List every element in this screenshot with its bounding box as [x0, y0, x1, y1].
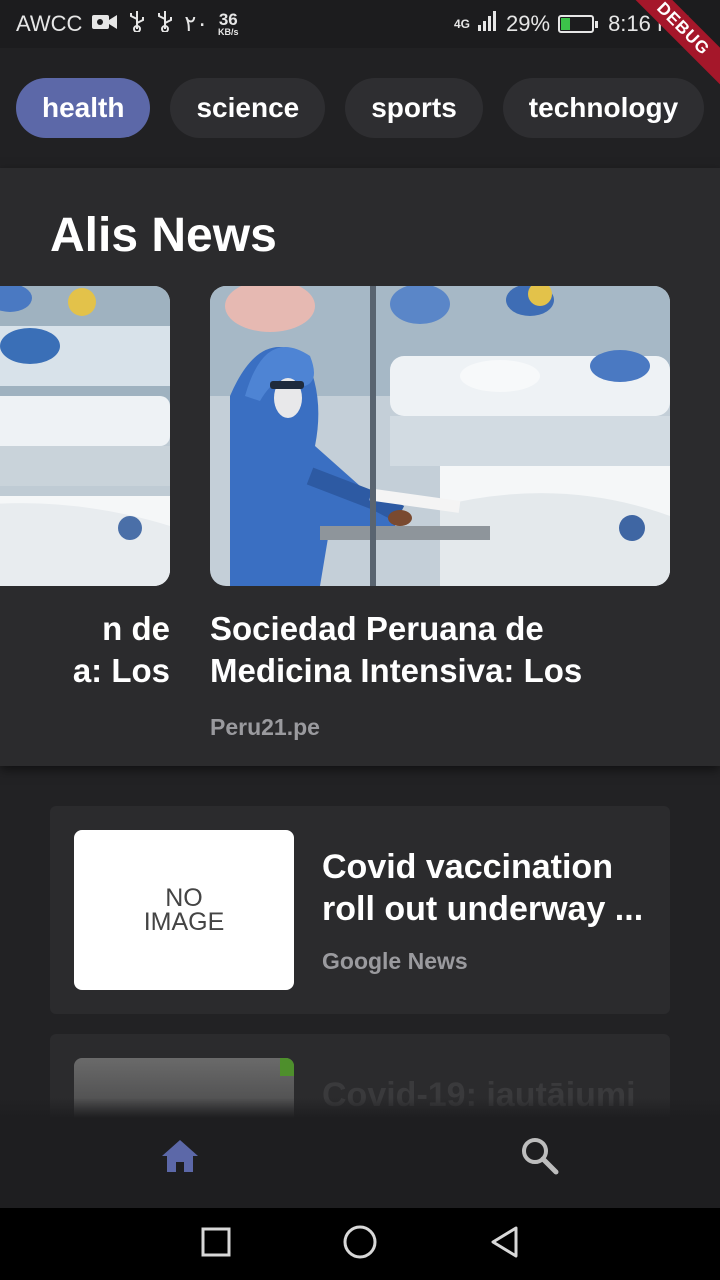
title-line: n de — [102, 610, 170, 647]
chip-science[interactable]: science — [170, 78, 326, 138]
usb-icon — [156, 10, 174, 38]
news-image — [0, 286, 170, 586]
carousel-item-current[interactable]: Sociedad Peruana de Medicina Intensiva: … — [210, 286, 670, 741]
signal-extra-label: ٢٠ — [184, 11, 209, 36]
title-line: roll out underway ... — [322, 890, 644, 928]
news-list-item[interactable]: NO IMAGE Covid vaccination roll out unde… — [50, 806, 670, 1014]
app-title: Alis News — [50, 209, 277, 262]
title-line: Covid vaccination — [322, 848, 613, 886]
news-image — [210, 286, 670, 586]
featured-news-panel: Alis News n de a: Los Sociedad Peruana d… — [0, 168, 720, 766]
video-icon — [92, 11, 118, 37]
status-bar: AWCC ٢٠ 36 KB/s 4G 29% 8:16 PM DEBUG — [0, 0, 720, 92]
placeholder-text: NO — [165, 884, 203, 912]
app-screen: AWCC ٢٠ 36 KB/s 4G 29% 8:16 PM DEBUG hea… — [0, 0, 720, 1280]
net-speed-unit: KB/s — [218, 27, 239, 37]
battery-fill — [561, 18, 571, 30]
recent-apps-button[interactable] — [200, 1226, 232, 1263]
home-system-button[interactable] — [342, 1224, 378, 1265]
signal-icon — [478, 11, 498, 37]
news-item-title: Covid vaccination roll out underway ... — [322, 846, 652, 930]
news-item-source: Google News — [322, 948, 468, 974]
nav-search-button[interactable] — [360, 1098, 720, 1208]
chip-sports[interactable]: sports — [345, 78, 483, 138]
carousel-item-previous[interactable]: n de a: Los — [0, 286, 170, 692]
usb-icon — [128, 10, 146, 38]
status-left: AWCC ٢٠ 36 KB/s — [16, 10, 239, 38]
network-type: 4G — [454, 17, 471, 31]
carousel-item-title: n de a: Los — [0, 608, 170, 692]
system-navigation-bar — [0, 1208, 720, 1280]
search-icon — [521, 1137, 559, 1180]
net-speed: 36 KB/s — [218, 11, 239, 37]
chip-technology[interactable]: technology — [502, 78, 705, 138]
carrier-label: AWCC — [16, 11, 83, 36]
placeholder-text: IMAGE — [143, 908, 225, 936]
back-system-button[interactable] — [488, 1225, 520, 1264]
carousel-item-title: Sociedad Peruana de Medicina Intensiva: … — [210, 610, 583, 689]
net-speed-value: 36 — [218, 10, 238, 29]
nav-home-button[interactable] — [0, 1098, 360, 1208]
chip-health[interactable]: health — [16, 78, 151, 138]
home-icon — [160, 1138, 200, 1179]
category-chips: health science sports technology — [0, 48, 720, 168]
bottom-navigation — [0, 1098, 720, 1208]
no-image-placeholder: NO IMAGE — [74, 830, 294, 990]
carousel-item-source: Peru21.pe — [210, 714, 320, 740]
title-line: a: Los — [72, 652, 170, 689]
battery-percent: 29% — [506, 11, 551, 36]
battery-icon — [558, 15, 599, 33]
